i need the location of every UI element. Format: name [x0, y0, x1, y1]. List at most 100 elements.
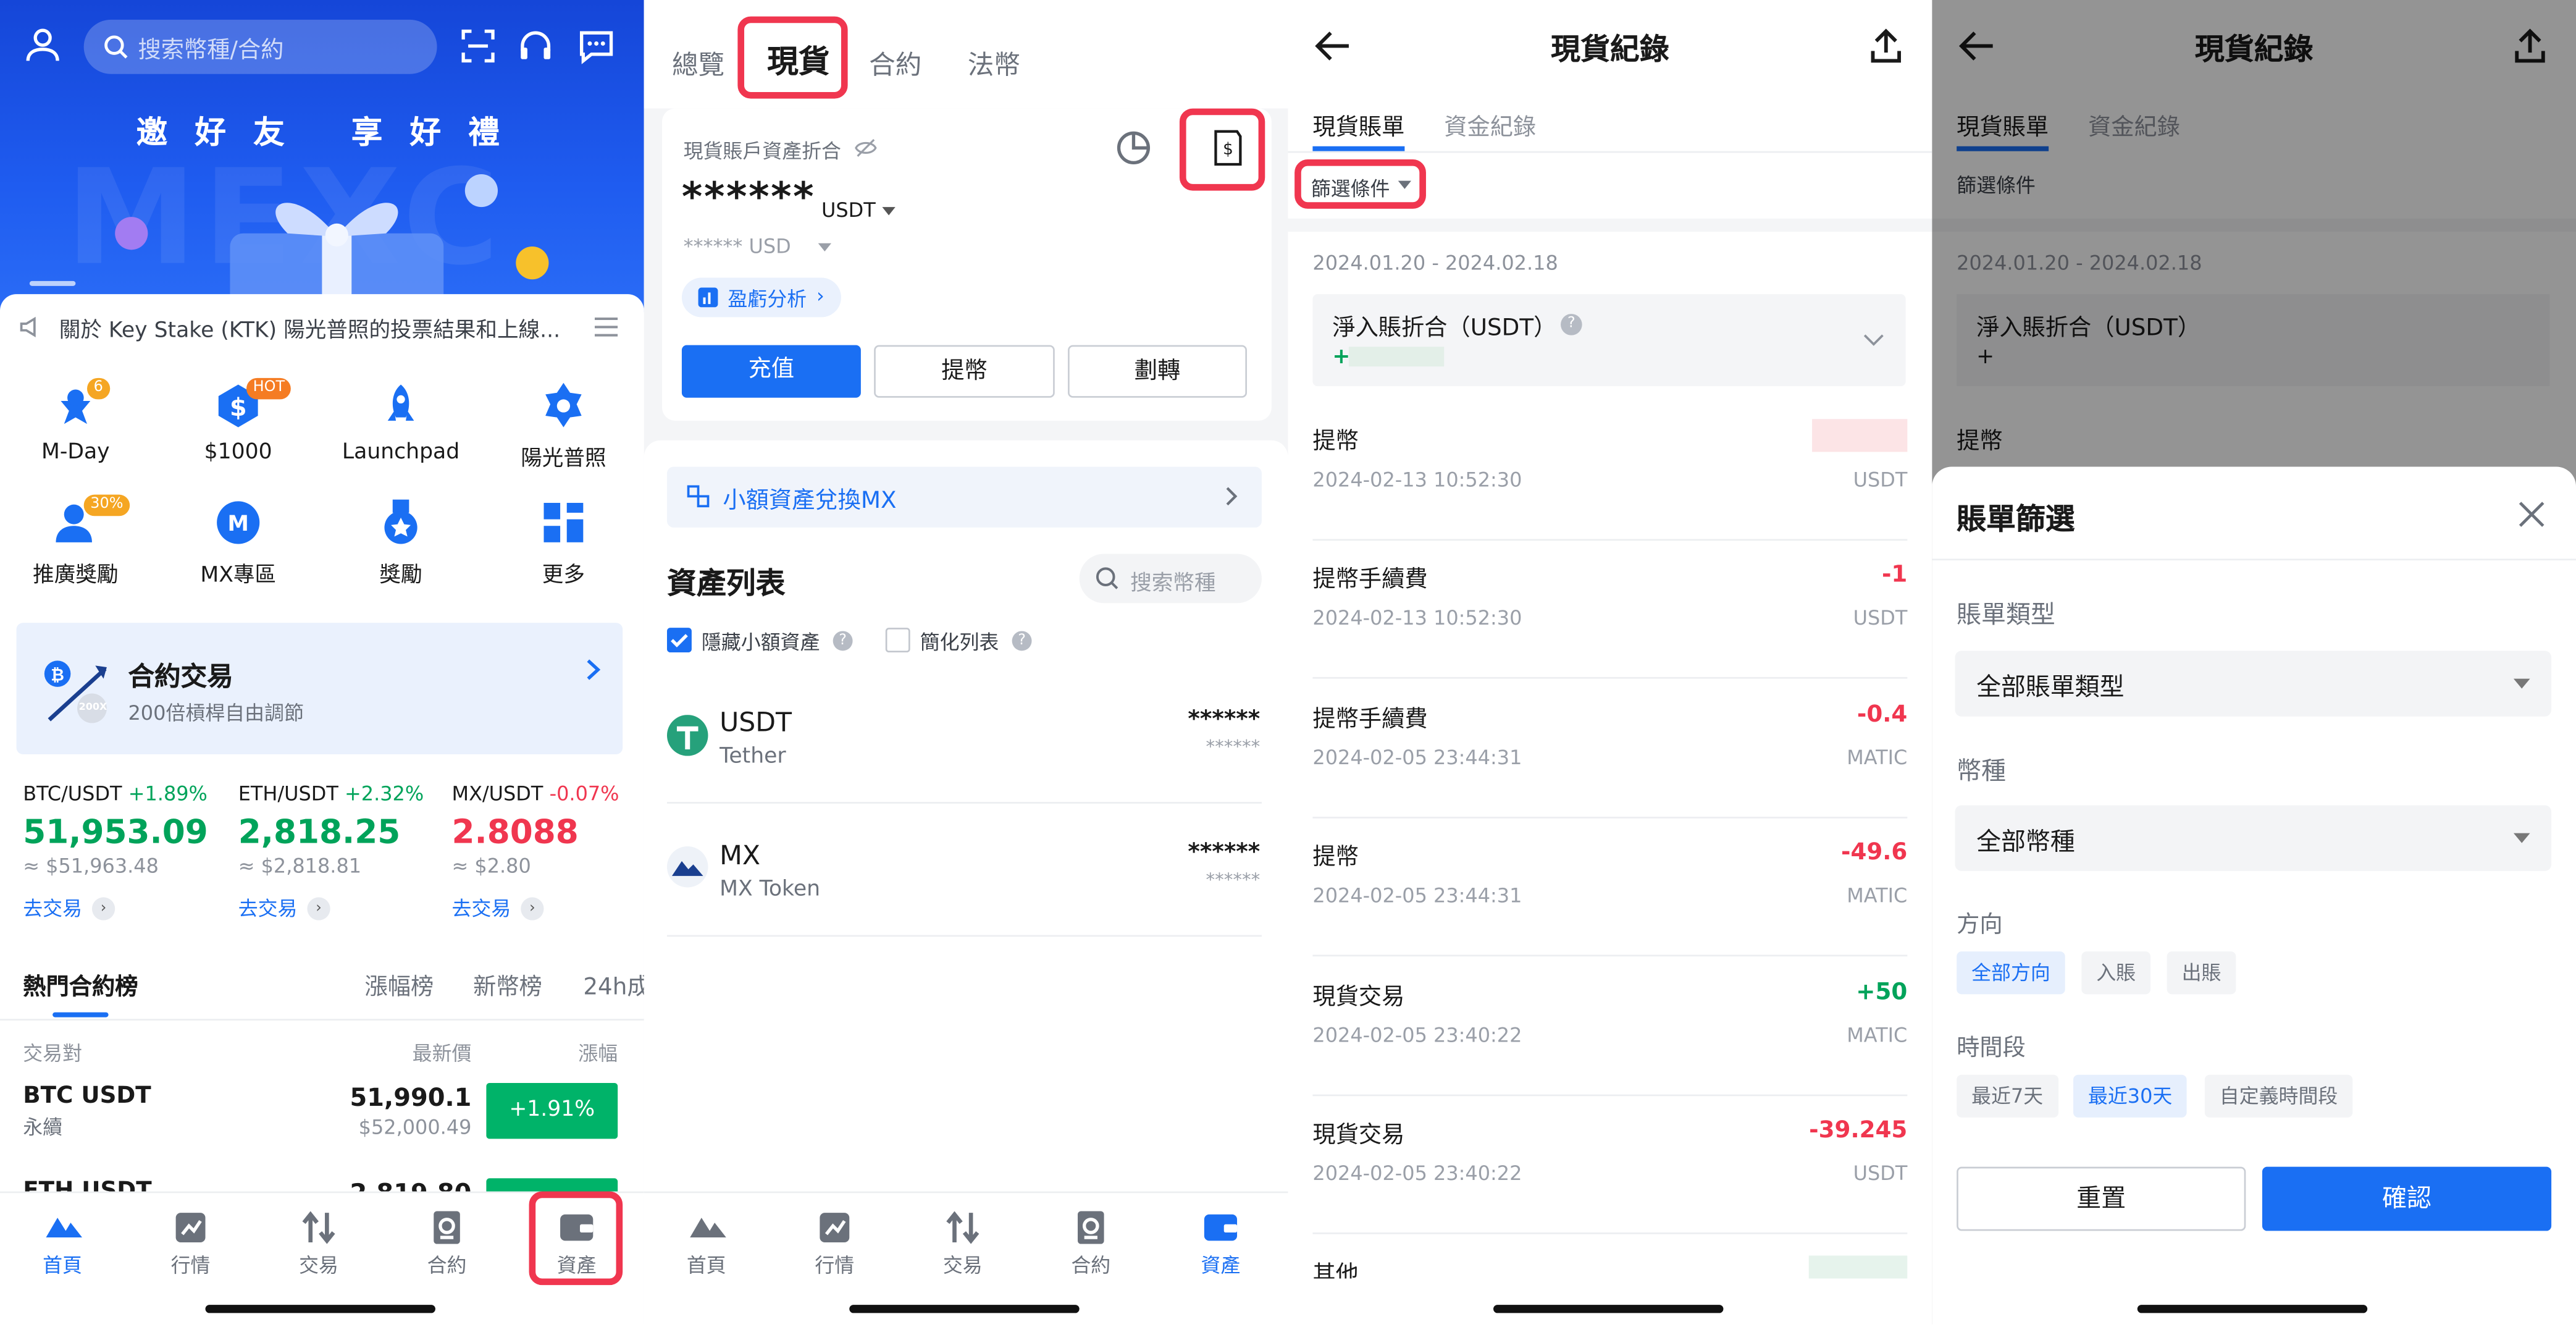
- withdraw-button[interactable]: 提幣: [874, 345, 1055, 398]
- help-icon[interactable]: ?: [1012, 631, 1032, 651]
- table-row[interactable]: BTC USDT 永續 51,990.1 $52,000.49 +1.91%: [0, 1078, 644, 1147]
- simplify-checkbox[interactable]: [885, 628, 910, 653]
- chip-last-30-days[interactable]: 最近30天: [2073, 1074, 2188, 1118]
- coin-select[interactable]: 全部幣種: [1955, 805, 2552, 871]
- go-trade-link[interactable]: 去交易 ›: [23, 894, 229, 922]
- tab-hot-contracts[interactable]: 熱門合約榜: [23, 969, 138, 1002]
- tab-futures[interactable]: 合約: [869, 43, 921, 82]
- list-icon[interactable]: [594, 317, 618, 337]
- blurred-amount: [1812, 419, 1908, 452]
- divider: [666, 935, 1262, 937]
- simplify-label: 簡化列表: [920, 631, 999, 654]
- bill-type-select[interactable]: 全部賬單類型: [1955, 651, 2552, 717]
- grid-item-launchpad[interactable]: Launchpad: [327, 381, 474, 465]
- chip-custom-period[interactable]: 自定義時間段: [2204, 1074, 2353, 1118]
- grid-item-mday[interactable]: 6 M-Day: [2, 377, 149, 465]
- chip-outflow[interactable]: 出賬: [2167, 951, 2236, 995]
- hide-small-checkbox[interactable]: [666, 628, 692, 653]
- record-time: 2024-02-05 23:40:22: [1312, 1024, 1522, 1047]
- list-item[interactable]: USDT Tether ****** ******: [644, 690, 1288, 805]
- mx-token-icon: [666, 846, 708, 888]
- bill-filter-sheet: 賬單篩選 賬單類型 全部賬單類型 幣種 全部幣種 方向 全部方向 入賬 出賬 時…: [1932, 466, 2576, 1325]
- nav-market[interactable]: 行情: [786, 1211, 884, 1278]
- contract-trading-card[interactable]: ₿ 200X 合約交易 200倍槓桿自由調節: [16, 623, 623, 754]
- tab-new-coins[interactable]: 新幣榜: [473, 969, 542, 1002]
- ticker-eth[interactable]: ETH/USDT +2.32% 2,818.25 ≈ $2,818.81 去交易…: [238, 782, 444, 922]
- nav-assets[interactable]: 資產: [1172, 1211, 1270, 1278]
- nav-home[interactable]: 首頁: [657, 1211, 756, 1278]
- net-income-card[interactable]: 淨入賬折合（USDT） ? +: [1312, 294, 1906, 387]
- small-asset-convert-banner[interactable]: 小額資產兌換MX: [666, 466, 1262, 528]
- record-row[interactable]: 提幣 2024-02-05 23:44:31 -49.6 MATIC: [1312, 840, 1908, 977]
- asset-search-input[interactable]: 搜索幣種: [1079, 554, 1262, 604]
- carousel-indicator: [29, 280, 76, 286]
- ticker-mx[interactable]: MX/USDT -0.07% 2.8088 ≈ $2.80 去交易 ›: [452, 782, 644, 922]
- record-row[interactable]: 現貨交易 2024-02-05 23:40:22 +50 MATIC: [1312, 979, 1908, 1117]
- pnl-analysis-link[interactable]: 盈虧分析 ›: [681, 277, 841, 318]
- record-row[interactable]: 提幣手續費 2024-02-13 10:52:30 -1 USDT: [1312, 562, 1908, 700]
- tab-gainers[interactable]: 漲幅榜: [365, 969, 434, 1002]
- grid-item-mx-zone[interactable]: M MX專區: [164, 498, 312, 588]
- record-row[interactable]: 提幣 2024-02-13 10:52:30 USDT: [1312, 419, 1908, 562]
- record-row[interactable]: 其他: [1312, 1255, 1908, 1279]
- chip-inflow[interactable]: 入賬: [2081, 951, 2151, 995]
- support-icon[interactable]: [518, 28, 554, 64]
- market-icon: [172, 1211, 209, 1244]
- nav-contract[interactable]: 合約: [398, 1211, 497, 1278]
- divider: [1312, 1232, 1908, 1234]
- confirm-button[interactable]: 確認: [2262, 1166, 2552, 1231]
- list-item[interactable]: MX MX Token ****** ******: [644, 824, 1288, 938]
- grid-item-sunshine[interactable]: 陽光普照: [490, 381, 637, 471]
- table-row[interactable]: ETH USDT 2,819.80: [0, 1170, 644, 1194]
- close-icon[interactable]: [2517, 500, 2546, 529]
- chip-last-7-days[interactable]: 最近7天: [1957, 1074, 2058, 1118]
- tab-fiat[interactable]: 法幣: [968, 43, 1020, 82]
- deposit-button[interactable]: 充值: [681, 345, 861, 398]
- nav-trade[interactable]: 交易: [269, 1211, 368, 1278]
- direction-label: 方向: [1957, 912, 2003, 938]
- message-icon[interactable]: [578, 28, 615, 64]
- tether-icon: [666, 715, 708, 756]
- transfer-button[interactable]: 劃轉: [1068, 345, 1248, 398]
- record-row[interactable]: 現貨交易 2024-02-05 23:40:22 -39.245 USDT: [1312, 1118, 1908, 1255]
- chip-all-directions[interactable]: 全部方向: [1957, 951, 2065, 995]
- go-trade-link[interactable]: 去交易 ›: [238, 894, 444, 922]
- nav-label: 交易: [299, 1253, 338, 1277]
- tab-spot-bill[interactable]: 現貨賬單: [1312, 110, 1404, 143]
- nav-home[interactable]: 首頁: [13, 1211, 112, 1278]
- tab-fund-record[interactable]: 資金紀錄: [1444, 110, 1536, 143]
- search-input[interactable]: 搜索幣種/合約: [83, 19, 437, 74]
- reset-button[interactable]: 重置: [1957, 1166, 2246, 1231]
- grid-item-referral[interactable]: 30% 推廣獎勵: [2, 494, 149, 588]
- tab-24h[interactable]: 24h成: [583, 969, 644, 1002]
- nav-trade[interactable]: 交易: [913, 1211, 1012, 1278]
- grid-item-rewards[interactable]: 獎勵: [327, 498, 474, 588]
- export-icon[interactable]: [1869, 28, 1902, 64]
- row-symbol: BTC USDT: [23, 1082, 151, 1110]
- highlight-assets-tab: [529, 1191, 623, 1286]
- user-icon[interactable]: [23, 25, 62, 64]
- eye-off-icon[interactable]: [854, 138, 877, 158]
- help-icon[interactable]: ?: [833, 631, 853, 651]
- balance-unit[interactable]: USDT: [821, 199, 876, 222]
- contract-icon: [1073, 1211, 1109, 1244]
- chevron-right-icon: ›: [92, 896, 115, 920]
- pie-chart-icon[interactable]: [1115, 130, 1152, 166]
- nav-market[interactable]: 行情: [141, 1211, 240, 1278]
- promo-banner[interactable]: MEXC 搜索幣種/合約 邀 好 友 享 好 禮: [0, 0, 644, 313]
- announcement-bar[interactable]: 關於 Key Stake (KTK) 陽光普照的投票結果和上線...: [20, 312, 627, 345]
- nav-contract[interactable]: 合約: [1041, 1211, 1140, 1278]
- coin-value: 全部幣種: [1976, 827, 2075, 856]
- ticker-fiat: ≈ $51,963.48: [23, 854, 159, 878]
- chevron-right-icon: [587, 659, 602, 681]
- highlight-spot-tab: [737, 16, 848, 99]
- help-icon[interactable]: ?: [1561, 314, 1582, 335]
- go-trade-link[interactable]: 去交易 ›: [452, 894, 644, 922]
- ticker-btc[interactable]: BTC/USDT +1.89% 51,953.09 ≈ $51,963.48 去…: [23, 782, 229, 922]
- record-row[interactable]: 提幣手續費 2024-02-05 23:44:31 -0.4 MATIC: [1312, 702, 1908, 840]
- grid-item-more[interactable]: 更多: [490, 498, 637, 588]
- record-amount: -1: [1881, 562, 1908, 589]
- scan-icon[interactable]: [460, 28, 497, 64]
- tab-overview[interactable]: 總覽: [672, 43, 724, 82]
- grid-item-1000[interactable]: $ HOT $1000: [164, 377, 312, 465]
